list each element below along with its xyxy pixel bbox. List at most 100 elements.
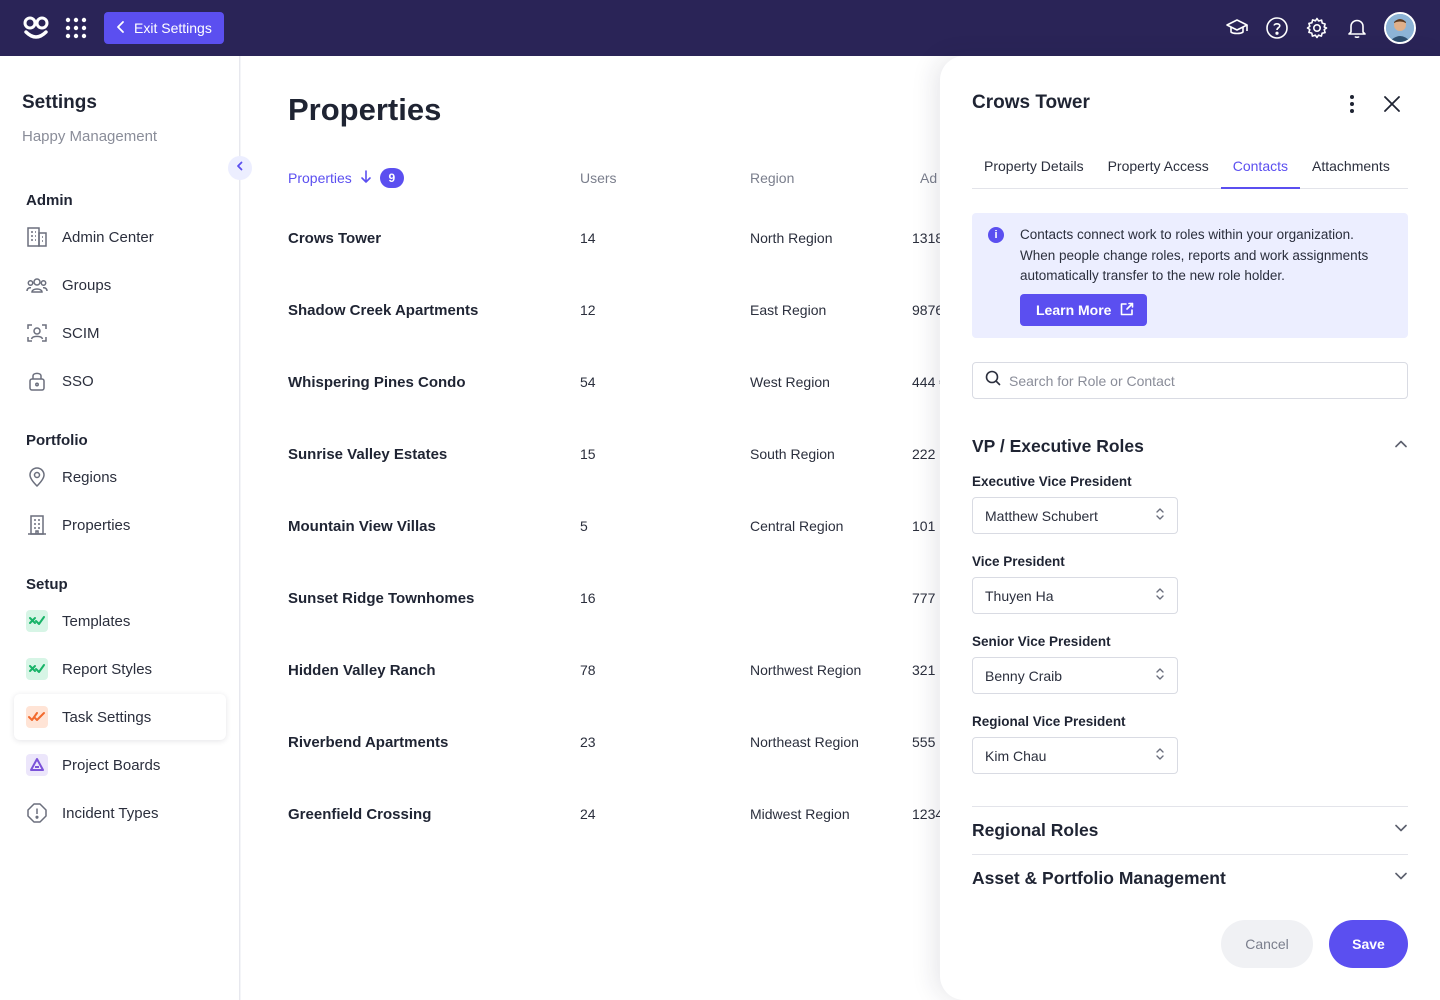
property-name: Hidden Valley Ranch	[288, 662, 436, 679]
user-count: 24	[580, 806, 596, 822]
sidebar-item-report-styles[interactable]: Report Styles	[14, 646, 226, 692]
learn-more-button[interactable]: Learn More	[1020, 294, 1148, 326]
property-name: Crows Tower	[288, 230, 382, 247]
tab-property-access[interactable]: Property Access	[1096, 146, 1221, 189]
chevron-up-icon	[1394, 437, 1408, 456]
save-button[interactable]: Save	[1329, 920, 1408, 968]
sidebar-item-label: SCIM	[62, 324, 100, 342]
settings-sidebar: Settings Happy Management Admin Admin Ce…	[0, 56, 240, 1000]
table-row[interactable]: Sunset Ridge Townhomes 16 777 I	[288, 580, 988, 620]
user-count: 14	[580, 230, 596, 246]
section-admin: Admin	[26, 192, 73, 209]
more-options-icon[interactable]	[1340, 92, 1364, 116]
sidebar-item-label: Task Settings	[62, 708, 152, 726]
column-header-properties[interactable]: Properties 9	[288, 168, 404, 188]
sidebar-item-label: Incident Types	[62, 804, 159, 822]
search-input[interactable]	[1009, 372, 1389, 389]
info-text: Contacts connect work to roles within yo…	[1020, 227, 1369, 283]
executive-vice-president-select[interactable]: Matthew Schubert	[972, 497, 1178, 534]
user-count: 78	[580, 662, 596, 678]
close-icon[interactable]	[1380, 92, 1404, 116]
sidebar-item-label: Templates	[62, 612, 131, 630]
table-row[interactable]: Mountain View Villas 5 Central Region 10…	[288, 508, 988, 548]
top-bar: Exit Settings	[0, 0, 1440, 56]
sidebar-subtitle: Happy Management	[22, 128, 158, 145]
user-count: 12	[580, 302, 596, 318]
table-row[interactable]: Sunrise Valley Estates 15 South Region 2…	[288, 436, 988, 476]
drawer-title: Crows Tower	[972, 92, 1090, 113]
sidebar-item-label: Groups	[62, 276, 112, 294]
table-row[interactable]: Whispering Pines Condo 54 West Region 44…	[288, 364, 988, 404]
user-count: 15	[580, 446, 596, 462]
templates-icon	[24, 608, 50, 634]
sidebar-item-sso[interactable]: SSO	[14, 358, 226, 404]
section-vp-executive-roles[interactable]: VP / Executive Roles	[972, 422, 1408, 470]
search-field[interactable]	[972, 362, 1408, 399]
help-icon[interactable]	[1264, 15, 1290, 41]
regional-vice-president-select[interactable]: Kim Chau	[972, 737, 1178, 774]
sidebar-item-task-settings[interactable]: Task Settings	[14, 694, 226, 740]
column-header-users[interactable]: Users	[580, 170, 617, 186]
warning-icon	[24, 800, 50, 826]
section-regional-roles[interactable]: Regional Roles	[972, 806, 1408, 854]
column-header-region[interactable]: Region	[750, 170, 794, 186]
sidebar-item-templates[interactable]: Templates	[14, 598, 226, 644]
section-title: Asset & Portfolio Management	[972, 868, 1226, 888]
property-name: Whispering Pines Condo	[288, 374, 466, 391]
gear-icon[interactable]	[1304, 15, 1330, 41]
table-row[interactable]: Greenfield Crossing 24 Midwest Region 12…	[288, 796, 988, 836]
property-name: Sunset Ridge Townhomes	[288, 590, 475, 607]
sidebar-item-incident-types[interactable]: Incident Types	[14, 790, 226, 836]
exit-settings-label: Exit Settings	[134, 20, 212, 36]
section-asset-portfolio-management[interactable]: Asset & Portfolio Management	[972, 854, 1408, 902]
sidebar-item-scim[interactable]: SCIM	[14, 310, 226, 356]
table-row[interactable]: Shadow Creek Apartments 12 East Region 9…	[288, 292, 988, 332]
tab-property-details[interactable]: Property Details	[972, 146, 1096, 189]
chevron-left-icon	[114, 20, 128, 37]
region-name: Midwest Region	[750, 806, 850, 822]
select-value: Kim Chau	[985, 747, 1047, 764]
select-value: Thuyen Ha	[985, 587, 1054, 604]
region-name: South Region	[750, 446, 835, 462]
senior-vice-president-select[interactable]: Benny Craib	[972, 657, 1178, 694]
user-count: 54	[580, 374, 596, 390]
sort-arrow-down-icon	[360, 169, 372, 187]
table-row[interactable]: Hidden Valley Ranch 78 Northwest Region …	[288, 652, 988, 692]
info-icon: i	[988, 227, 1004, 243]
sidebar-item-properties[interactable]: Properties	[14, 502, 226, 548]
sidebar-item-admin-center[interactable]: Admin Center	[14, 214, 226, 260]
sidebar-item-project-boards[interactable]: Project Boards	[14, 742, 226, 788]
graduation-cap-icon[interactable]	[1224, 15, 1250, 41]
cancel-button[interactable]: Cancel	[1221, 920, 1313, 968]
region-name: Central Region	[750, 518, 844, 534]
address: 9876	[912, 302, 944, 318]
sidebar-item-groups[interactable]: Groups	[14, 262, 226, 308]
user-count: 23	[580, 734, 596, 750]
vice-president-select[interactable]: Thuyen Ha	[972, 577, 1178, 614]
exit-settings-button[interactable]: Exit Settings	[104, 12, 224, 44]
sidebar-item-label: Project Boards	[62, 756, 161, 774]
section-title: VP / Executive Roles	[972, 435, 1144, 456]
user-avatar[interactable]	[1384, 12, 1416, 44]
project-boards-icon	[24, 752, 50, 778]
sidebar-item-regions[interactable]: Regions	[14, 454, 226, 500]
section-setup: Setup	[26, 576, 68, 593]
collapse-sidebar-button[interactable]	[228, 156, 252, 180]
tab-contacts[interactable]: Contacts	[1220, 146, 1300, 189]
table-row[interactable]: Crows Tower 14 North Region 13180	[288, 220, 988, 260]
report-styles-icon	[24, 656, 50, 682]
region-name: West Region	[750, 374, 830, 390]
bell-icon[interactable]	[1344, 15, 1370, 41]
lock-icon	[24, 368, 50, 394]
user-count: 5	[580, 518, 588, 534]
tab-attachments[interactable]: Attachments	[1300, 146, 1402, 189]
address: 777 I	[912, 590, 944, 606]
address: 555	[912, 734, 936, 750]
co-logo-icon[interactable]	[22, 14, 50, 42]
office-building-icon	[24, 512, 50, 538]
property-drawer: Crows Tower Property Details Property Ac…	[940, 56, 1440, 1000]
learn-more-label: Learn More	[1036, 302, 1112, 318]
apps-grid-icon[interactable]	[64, 16, 88, 40]
table-row[interactable]: Riverbend Apartments 23 Northeast Region…	[288, 724, 988, 764]
column-header-address[interactable]: Ad	[920, 170, 937, 186]
